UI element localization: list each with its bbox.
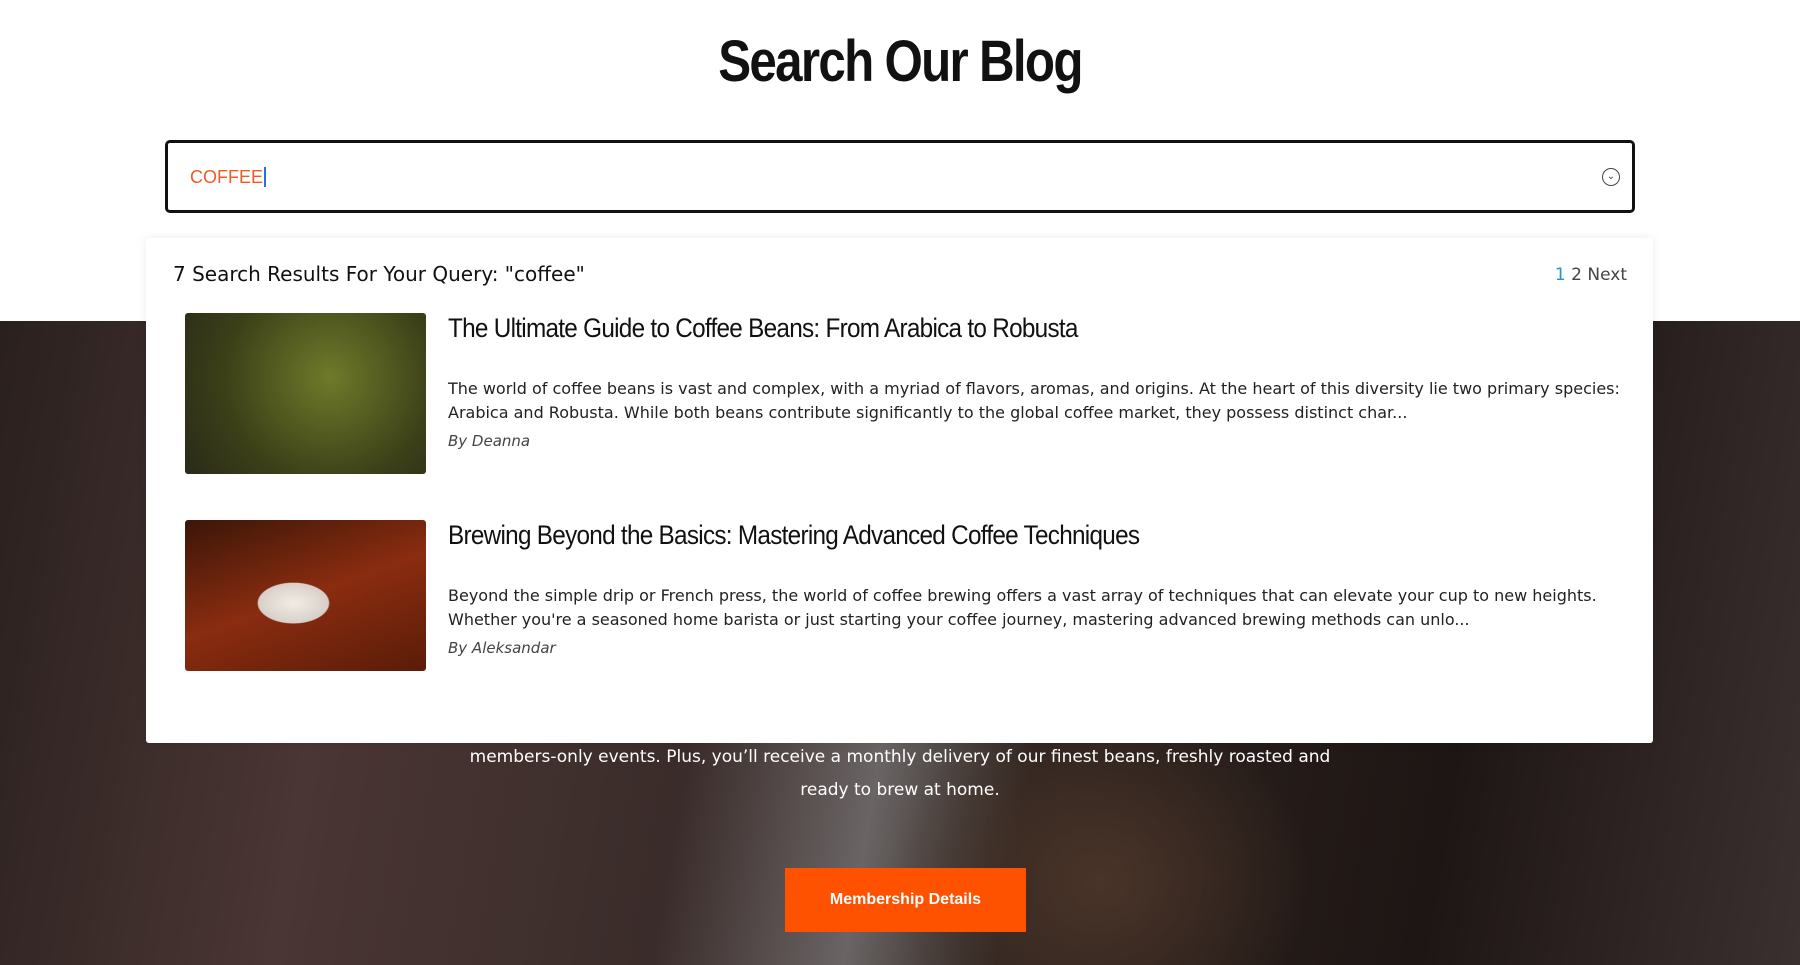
- result-author: By Aleksandar: [448, 639, 556, 657]
- chevron-down-circle-icon[interactable]: ⌄: [1602, 168, 1620, 186]
- page-title: Search Our Blog: [718, 29, 1083, 94]
- membership-details-button[interactable]: Membership Details: [785, 868, 1026, 932]
- results-header: 7 Search Results For Your Query: "coffee…: [173, 262, 585, 286]
- result-thumbnail[interactable]: [185, 313, 426, 474]
- page-1-link[interactable]: 1: [1555, 265, 1566, 285]
- result-author: By Deanna: [448, 432, 531, 450]
- search-input[interactable]: COFFEE ⌄: [165, 140, 1635, 213]
- next-link[interactable]: Next: [1587, 265, 1627, 285]
- pagination: 1 2 Next: [1555, 265, 1627, 285]
- result-excerpt: Beyond the simple drip or French press, …: [448, 586, 1597, 629]
- membership-text-line-1: members-only events. Plus, you’ll receiv…: [469, 747, 1331, 767]
- search-results-panel: 7 Search Results For Your Query: "coffee…: [146, 238, 1653, 743]
- search-value[interactable]: COFFEE: [190, 167, 267, 187]
- membership-text-line-2: ready to brew at home.: [800, 780, 1000, 800]
- result-thumbnail[interactable]: [185, 520, 426, 671]
- page-2-link[interactable]: 2: [1571, 265, 1582, 285]
- result-title[interactable]: The Ultimate Guide to Coffee Beans: From…: [448, 313, 1078, 344]
- result-excerpt: The world of coffee beans is vast and co…: [448, 379, 1620, 422]
- result-title[interactable]: Brewing Beyond the Basics: Mastering Adv…: [448, 520, 1140, 551]
